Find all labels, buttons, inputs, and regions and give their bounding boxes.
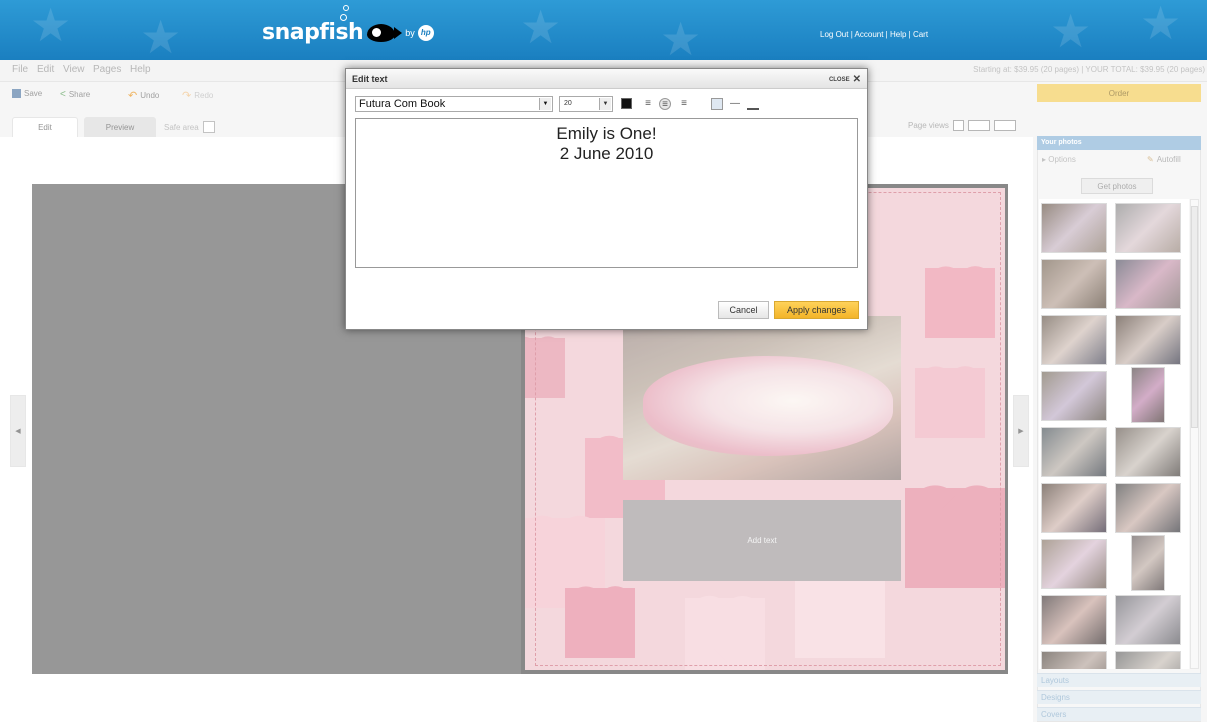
font-size-select[interactable]: 20 ▼ <box>559 96 613 112</box>
star-decoration-icon: ★ <box>520 1 562 53</box>
align-left-icon[interactable]: ≡ <box>642 98 654 110</box>
star-decoration-icon: ★ <box>660 13 702 60</box>
chevron-down-icon: ▼ <box>599 98 611 110</box>
chevron-down-icon: ▼ <box>539 98 551 110</box>
fish-icon <box>367 23 403 42</box>
align-right-icon[interactable]: ≡ <box>678 98 690 110</box>
star-decoration-icon: ★ <box>1050 5 1092 57</box>
font-size-value: 20 <box>564 100 572 107</box>
bubble-icon <box>343 5 349 11</box>
dialog-title-bar: Edit text CLOSE ✕ <box>346 69 867 89</box>
text-line: Emily is One! <box>556 124 657 143</box>
account-links[interactable]: Log Out | Account | Help | Cart <box>820 30 928 39</box>
close-icon: ✕ <box>852 74 861 85</box>
dialog-title: Edit text <box>352 74 388 84</box>
edit-text-dialog: Edit text CLOSE ✕ Futura Com Book ▼ 20 ▼… <box>345 68 868 330</box>
site-header: ★ ★ ★ ★ ★ ★ snapfish by hp Log Out | Acc… <box>0 0 1207 60</box>
close-label: CLOSE <box>828 76 850 83</box>
logo-by: by <box>405 27 415 38</box>
star-decoration-icon: ★ <box>140 11 182 60</box>
apply-changes-button[interactable]: Apply changes <box>774 301 859 319</box>
font-family-select[interactable]: Futura Com Book ▼ <box>355 96 553 112</box>
valign-top-icon[interactable] <box>711 98 723 110</box>
hp-logo-icon: hp <box>417 24 434 41</box>
close-button[interactable]: CLOSE ✕ <box>829 74 861 85</box>
text-color-swatch[interactable] <box>621 98 632 109</box>
logo-text: snapfish <box>262 20 364 45</box>
align-center-icon[interactable]: ≡ <box>659 98 671 110</box>
valign-middle-icon[interactable]: — <box>729 98 741 110</box>
star-decoration-icon: ★ <box>30 0 72 51</box>
snapfish-logo[interactable]: snapfish by hp <box>262 20 434 45</box>
cancel-button[interactable]: Cancel <box>718 301 769 319</box>
text-editor[interactable]: Emily is One! 2 June 2010 <box>355 118 858 268</box>
valign-bottom-icon[interactable] <box>747 98 759 110</box>
font-family-value: Futura Com Book <box>359 98 446 110</box>
bubble-icon <box>340 14 347 21</box>
text-line: 2 June 2010 <box>559 144 654 163</box>
star-decoration-icon: ★ <box>1140 0 1182 49</box>
